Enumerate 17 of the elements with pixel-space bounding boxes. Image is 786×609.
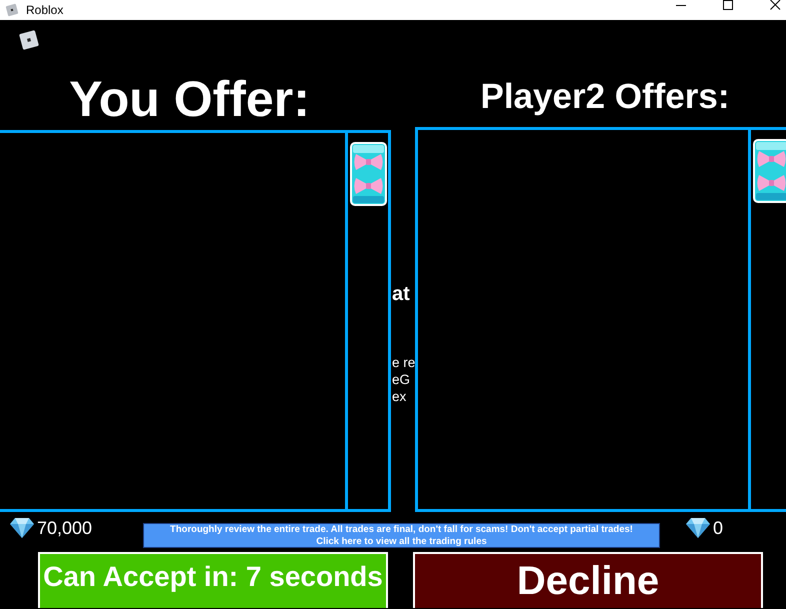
gem-count: 0 [713, 517, 724, 539]
bow-card-icon[interactable] [350, 142, 387, 206]
offer-heading: Player2 Offers: [480, 79, 730, 114]
bow-card-icon[interactable] [753, 139, 786, 203]
partial-text: at [392, 284, 410, 304]
diamond-icon [686, 517, 710, 539]
offer-heading: You Offer: [69, 74, 310, 124]
partial-text: e re eG ex [392, 354, 416, 405]
close-icon[interactable] [769, 0, 781, 10]
diamond-icon [10, 517, 34, 539]
decline-button[interactable]: Decline [413, 552, 763, 608]
window-title: Roblox [26, 3, 64, 17]
rules-notice[interactable]: Thoroughly review the entire trade. All trades are final, don't fall for scams! Don't accept partial trades! Click here to view all the trading rules [143, 523, 660, 548]
maximize-icon[interactable] [722, 0, 734, 10]
gem-count: 70,000 [37, 517, 92, 539]
app-icon [5, 3, 19, 17]
accept-button[interactable]: Can Accept in: 7 seconds [38, 552, 388, 608]
